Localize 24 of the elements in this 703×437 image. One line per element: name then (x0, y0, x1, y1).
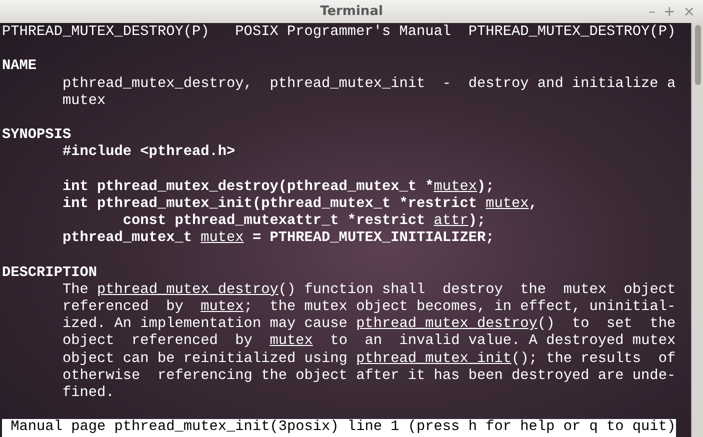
window-title: Terminal (320, 2, 383, 21)
terminal-line: const pthread_mutexattr_t *restrict attr); (122, 213, 486, 230)
terminal-line: PTHREAD_MUTEX_DESTROY(P) POSIX Programmer's Manual PTHREAD_MUTEX_DESTROY(P) (2, 24, 676, 40)
terminal-line: pthread_mutex_t mutex = PTHREAD_MUTEX_INITIALIZER; (61, 230, 494, 246)
terminal-line: #include <pthread.h> (61, 144, 236, 160)
terminal-line: SYNOPSIS (2, 127, 72, 144)
terminal-line: object referenced by mutex to an invalid value. A destroyed mutex (61, 333, 676, 350)
terminal-line: pthread_mutex_destroy, pthread_mutex_init - destroy and initialize a (61, 76, 676, 92)
maximize-button[interactable]: + (660, 2, 680, 20)
terminal-line: fined. (61, 384, 114, 401)
minimize-button[interactable]: – (644, 2, 660, 20)
terminal-line: mutex (61, 92, 106, 109)
terminal-line: int pthread_mutex_init(pthread_mutex_t *restrict mutex, (61, 196, 538, 212)
terminal-line: referenced by mutex; the mutex object becomes, in effect, uninitial- (61, 299, 676, 315)
terminal-line: NAME (2, 58, 37, 74)
terminal-line: DESCRIPTION (2, 264, 97, 281)
close-button[interactable]: × (679, 2, 699, 20)
terminal-line: object can be reinitialized using pthread_mutex_init(); the results of (61, 350, 676, 367)
terminal-line: otherwise referencing the object after it has been destroyed are unde- (61, 368, 676, 384)
scrollbar-thumb[interactable] (694, 25, 700, 85)
terminal-line: int pthread_mutex_destroy(pthread_mutex_t *mutex); (61, 178, 494, 195)
terminal-line: ized. An implementation may cause pthread_mutex_destroy() to set the (61, 316, 676, 332)
scrollbar[interactable] (691, 23, 703, 437)
terminal-line: The pthread_mutex_destroy() function shall destroy the mutex object (61, 282, 676, 298)
